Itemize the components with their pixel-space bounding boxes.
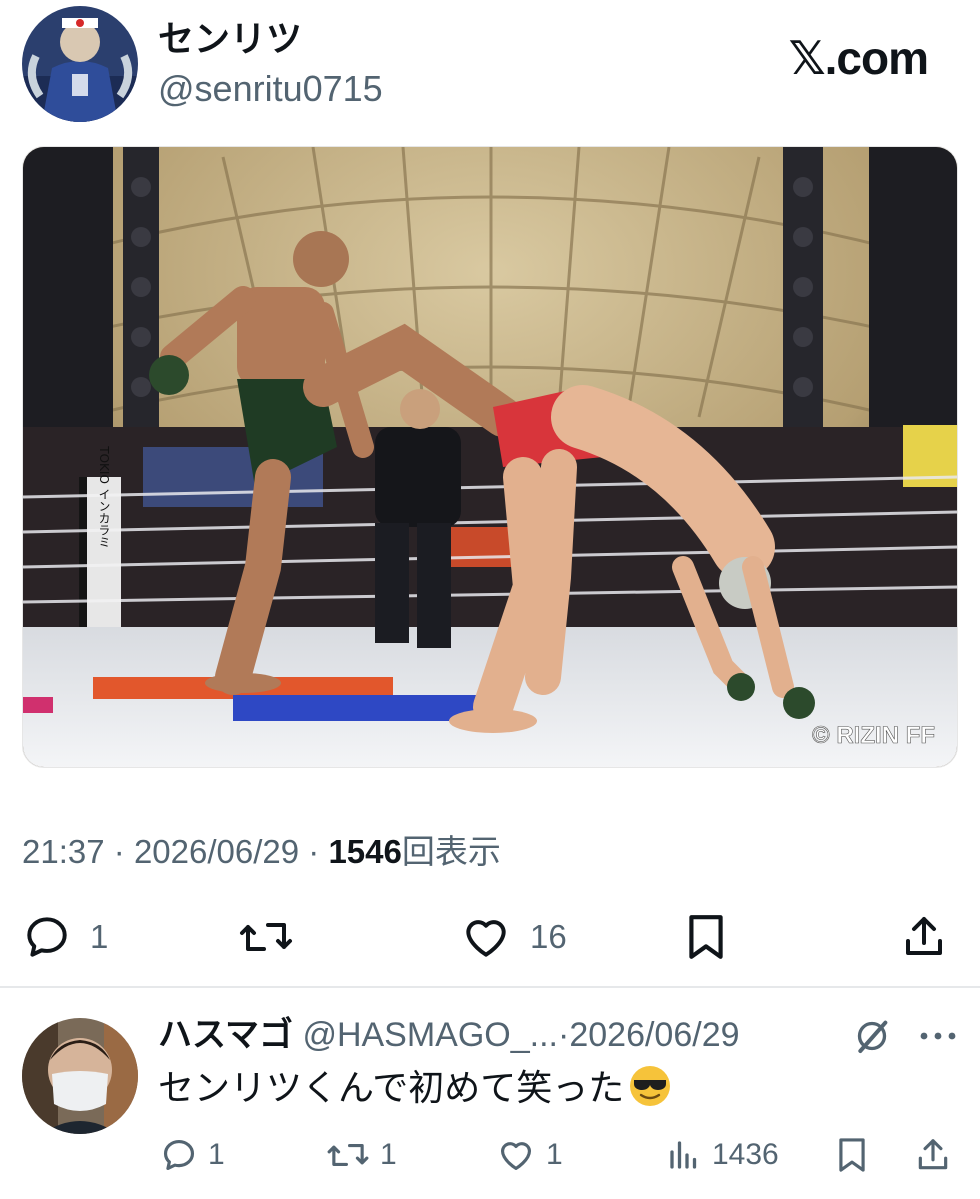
reply-share-button[interactable] <box>914 1130 952 1180</box>
meta-separator: · <box>113 833 125 870</box>
reply-button[interactable]: 1 <box>22 905 108 969</box>
like-count: 16 <box>530 918 567 955</box>
x-brand-logo: 𝕏.com <box>788 32 929 84</box>
reply-reply-count: 1 <box>208 1138 225 1171</box>
reply-separator: · <box>558 1016 570 1054</box>
tweet-time[interactable]: 21:37 <box>22 833 105 870</box>
reply-icon <box>163 1139 195 1171</box>
reply-display-name[interactable]: ハスマゴ <box>158 1015 293 1055</box>
author-display-name[interactable]: センリツ <box>158 16 302 64</box>
tweet-meta: 21:37 · 2026/06/29 · 1546回表示 <box>22 830 501 874</box>
reply-count: 1 <box>90 918 109 955</box>
share-button[interactable] <box>900 905 948 969</box>
reply-date[interactable]: 2026/06/29 <box>569 1016 739 1054</box>
share-icon <box>918 1139 948 1170</box>
like-button[interactable]: 16 <box>460 905 567 969</box>
share-icon <box>906 917 942 955</box>
reply-reply-button[interactable]: 1 <box>160 1130 225 1180</box>
meta-separator: · <box>308 833 320 870</box>
reply-repost-button[interactable]: 1 <box>326 1130 397 1180</box>
reply-like-button[interactable]: 1 <box>496 1130 563 1180</box>
heart-icon <box>500 1142 532 1171</box>
reply-handle[interactable]: @HASMAGO_... <box>302 1016 558 1054</box>
heart-icon <box>466 920 506 957</box>
views-label: 回表示 <box>401 833 501 870</box>
reply-views-count: 1436 <box>712 1138 779 1171</box>
author-handle[interactable]: @senritu0715 <box>158 66 383 112</box>
reply-views-button[interactable]: 1436 <box>666 1130 779 1180</box>
tweet-photo[interactable]: TOKIO インカラミ © RIZIN FF <box>22 146 958 768</box>
analytics-icon <box>670 1141 697 1169</box>
author-avatar[interactable] <box>22 6 138 122</box>
reply-text-body: センリツくんで初めて笑った <box>158 1068 625 1109</box>
reply-bookmark-button[interactable] <box>834 1130 870 1180</box>
repost-icon <box>240 923 292 951</box>
smiling-face-with-sunglasses-icon <box>628 1064 672 1108</box>
divider <box>0 986 980 988</box>
grok-icon[interactable] <box>852 1016 892 1061</box>
photo-credit: © RIZIN FF <box>812 722 935 749</box>
reply-icon <box>27 917 67 957</box>
bookmark-icon <box>839 1138 865 1172</box>
repost-icon <box>327 1143 369 1166</box>
repost-button[interactable] <box>238 905 312 969</box>
reply-actions: 1 1 1 1436 <box>0 1130 980 1180</box>
reply-text: センリツくんで初めて笑った <box>158 1064 672 1113</box>
reply-header: ハスマゴ @HASMAGO_...·2026/06/29 <box>158 1012 740 1058</box>
bookmark-button[interactable] <box>684 905 728 969</box>
reply-author-avatar[interactable] <box>22 1018 138 1134</box>
photo-banner-text: TOKIO インカラミ <box>97 445 111 547</box>
reply-like-count: 1 <box>546 1138 563 1171</box>
more-options-icon[interactable] <box>918 1026 958 1051</box>
tweet-actions: 1 16 <box>0 905 980 969</box>
reply-repost-count: 1 <box>380 1138 397 1171</box>
views-count: 1546 <box>328 833 402 870</box>
bookmark-icon <box>689 915 723 959</box>
tweet-date[interactable]: 2026/06/29 <box>134 833 299 870</box>
